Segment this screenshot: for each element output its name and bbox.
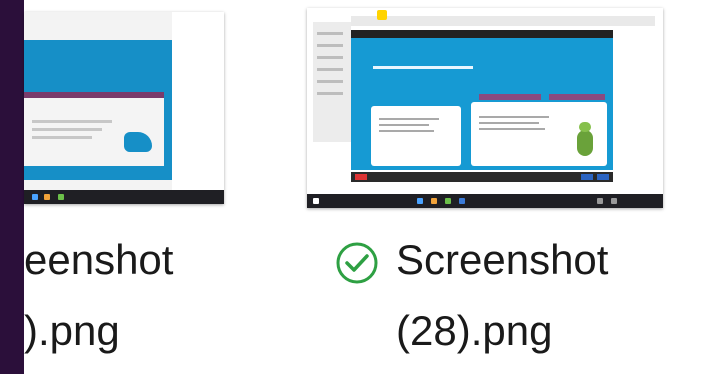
tab-decoration	[549, 94, 605, 100]
control-button	[597, 174, 609, 180]
slide-title-line	[373, 66, 473, 69]
shape-decoration	[124, 132, 152, 152]
content-card	[371, 106, 461, 166]
tray-icon	[597, 198, 603, 204]
taskbar-app-icon	[445, 198, 451, 204]
slide-header	[351, 30, 613, 38]
nav-item	[317, 68, 343, 71]
mascot-icon	[577, 130, 593, 156]
mascot-head	[579, 122, 591, 132]
taskbar-app-icon	[58, 194, 64, 200]
window-titlebar	[351, 16, 655, 26]
taskbar-app-icon	[459, 198, 465, 204]
file-name-line-2: ).png	[24, 307, 120, 354]
sidebar-edge	[0, 0, 24, 374]
taskbar	[307, 194, 663, 208]
left-nav-pane	[313, 22, 351, 142]
file-name-line-1: Screenshot	[396, 236, 609, 283]
nav-item	[317, 32, 343, 35]
control-button	[581, 174, 593, 180]
presentation-thumbnail-icon[interactable]	[307, 8, 663, 208]
check-circle-icon	[334, 240, 380, 286]
control-button	[355, 174, 367, 180]
nav-item	[317, 80, 343, 83]
tab-decoration	[479, 94, 541, 100]
highlight-marker	[377, 10, 387, 20]
text-line	[32, 128, 102, 131]
file-name-line-1: eenshot	[24, 236, 174, 283]
text-line	[479, 128, 545, 130]
taskbar-app-icon	[44, 194, 50, 200]
side-pane	[172, 12, 224, 190]
file-name-line-2: (28).png	[396, 307, 553, 354]
text-line	[379, 118, 439, 120]
slide-preview	[351, 30, 613, 170]
playback-controls	[351, 172, 613, 182]
nav-item	[317, 92, 343, 95]
text-line	[379, 124, 429, 126]
taskbar-app-icon	[431, 198, 437, 204]
nav-item	[317, 56, 343, 59]
text-line	[479, 116, 549, 118]
nav-item	[317, 44, 343, 47]
taskbar-app-icon	[417, 198, 423, 204]
slide-preview	[24, 40, 172, 180]
text-line	[479, 122, 539, 124]
start-icon	[313, 198, 319, 204]
presentation-thumbnail-icon[interactable]	[24, 12, 224, 204]
text-line	[32, 120, 112, 123]
taskbar-app-icon	[32, 194, 38, 200]
taskbar	[24, 190, 224, 204]
text-line	[379, 130, 434, 132]
tray-icon	[611, 198, 617, 204]
text-line	[32, 136, 92, 139]
